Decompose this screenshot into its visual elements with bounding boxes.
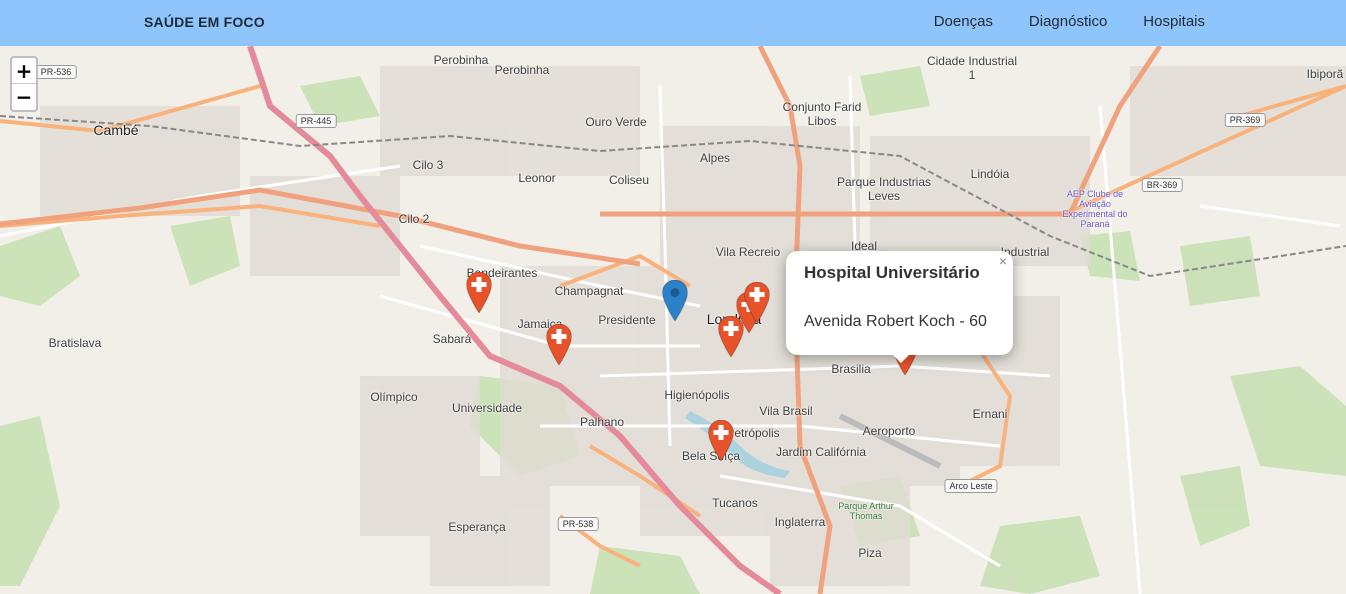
place-label: Inglaterra — [774, 515, 826, 529]
place-label: Cilo 2 — [398, 212, 430, 226]
place-label: Piza — [858, 546, 882, 560]
place-label: Libos — [807, 114, 837, 128]
place-label: Universidade — [451, 401, 523, 415]
place-label: Petrópolis — [726, 426, 780, 440]
place-label: Brasilia — [831, 362, 871, 376]
popup-tip — [891, 353, 911, 363]
road-shield: PR-536 — [35, 65, 77, 79]
place-label: Perobinha — [494, 63, 550, 77]
nav-links: Doenças Diagnóstico Hospitais — [934, 13, 1205, 30]
popup-close-button[interactable]: × — [999, 253, 1007, 269]
road-shield: PR-538 — [557, 517, 599, 531]
place-label: 1 — [968, 68, 976, 82]
place-label: Champagnat — [554, 284, 624, 298]
place-label: Esperança — [448, 520, 506, 534]
hospital-marker-icon[interactable] — [465, 271, 493, 314]
road-shield: PR-369 — [1224, 113, 1266, 127]
place-label: Alpes — [699, 151, 731, 165]
place-label: Bratislava — [48, 336, 102, 350]
nav-link-hospitais[interactable]: Hospitais — [1143, 13, 1205, 30]
navbar: SAÚDE EM FOCO Doenças Diagnóstico Hospit… — [0, 0, 1346, 46]
zoom-out-button[interactable]: − — [12, 84, 36, 110]
place-label: Cilo 3 — [412, 158, 444, 172]
place-label: Higienópolis — [664, 388, 730, 402]
nav-link-diagnostico[interactable]: Diagnóstico — [1029, 13, 1107, 30]
place-label: Coliseu — [608, 173, 650, 187]
place-label: Sabará — [432, 332, 472, 346]
place-label: Aeroporto — [862, 424, 916, 438]
place-label: Parque Industrias — [836, 175, 932, 189]
popup-address: Avenida Robert Koch - 60 — [804, 313, 987, 330]
hospital-marker-icon[interactable] — [545, 323, 573, 366]
hospital-marker-icon[interactable] — [707, 419, 735, 462]
place-label: Jardim Califórnia — [775, 445, 867, 459]
road-shield: PR-445 — [295, 114, 337, 128]
place-label: Lindóia — [970, 167, 1010, 181]
hospital-marker-icon[interactable] — [743, 281, 771, 324]
place-label: Leonor — [518, 171, 556, 185]
zoom-control: + − — [10, 56, 38, 112]
map-container[interactable]: Perobinha Perobinha Cidade Industrial 1 … — [0, 46, 1346, 594]
place-label: Tucanos — [712, 496, 758, 510]
place-label: Leves — [867, 189, 901, 203]
place-label: Ernani — [972, 407, 1008, 421]
place-label: Ouro Verde — [585, 115, 647, 129]
place-label: Vila Brasil — [759, 404, 813, 418]
user-location-marker-icon[interactable] — [661, 279, 689, 322]
place-label: Conjunto Farid — [782, 100, 862, 114]
road-shield: BR-369 — [1141, 178, 1183, 192]
hospital-popup: × Hospital Universitário Avenida Robert … — [786, 251, 1013, 355]
place-label: AEP Clube de Aviação Experimental do Par… — [1062, 189, 1128, 229]
place-label: Parque Arthur Thomas — [838, 501, 894, 521]
place-label: Ibiporã — [1306, 67, 1344, 81]
place-label: Presidente — [598, 313, 656, 327]
popup-title: Hospital Universitário — [804, 263, 980, 282]
road-shield: Arco Leste — [944, 479, 998, 493]
place-label: Vila Recreio — [715, 245, 781, 259]
place-label: Perobinha — [433, 53, 489, 67]
place-label: Cambé — [93, 122, 139, 138]
brand-logo[interactable]: SAÚDE EM FOCO — [144, 14, 265, 30]
zoom-in-button[interactable]: + — [12, 58, 36, 84]
place-label: Palhano — [579, 415, 625, 429]
place-label: Cidade Industrial — [926, 54, 1018, 68]
place-label: Olímpico — [370, 390, 418, 404]
nav-link-doencas[interactable]: Doenças — [934, 13, 993, 30]
